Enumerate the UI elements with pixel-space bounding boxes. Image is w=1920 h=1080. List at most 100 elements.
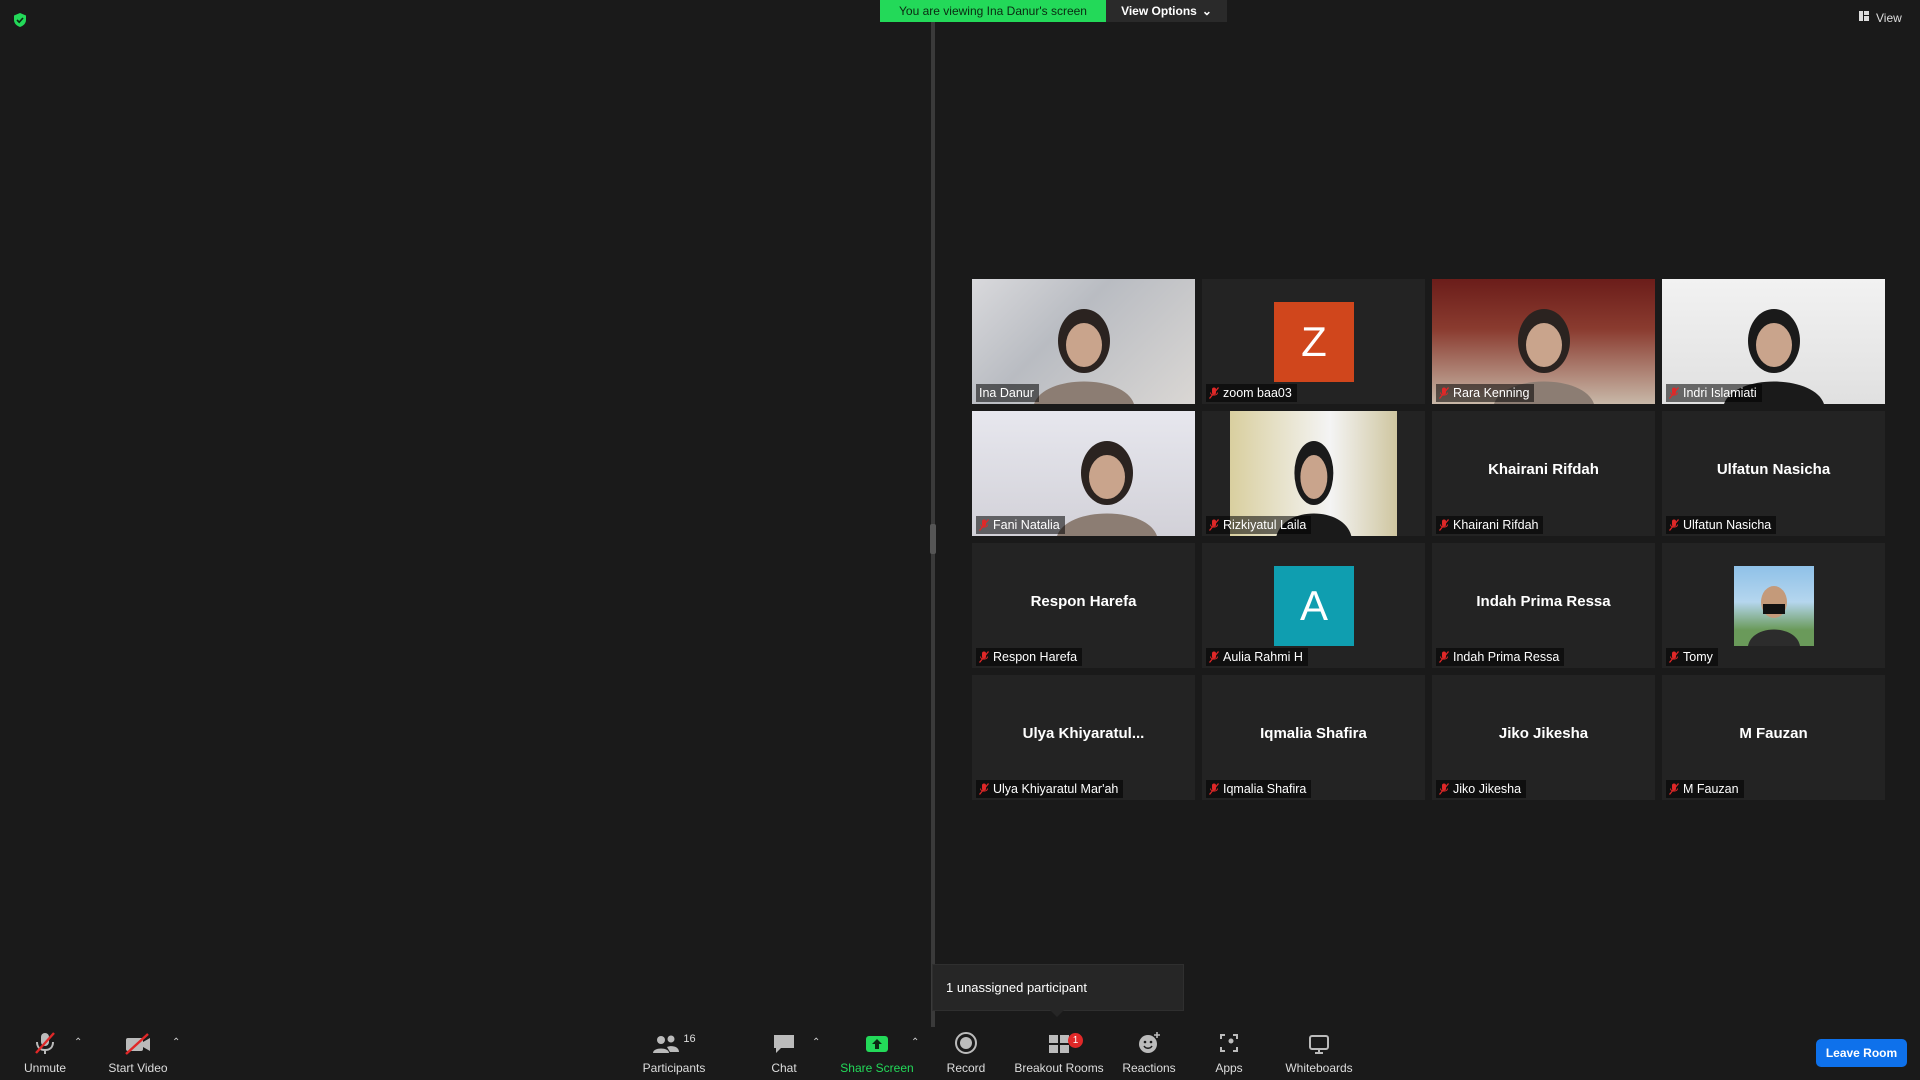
participant-tile[interactable]: M Fauzan M Fauzan	[1662, 675, 1885, 800]
microphone-muted-icon	[1669, 783, 1679, 795]
microphone-muted-icon	[35, 1032, 55, 1054]
participant-name-label: Ulya Khiyaratul Mar'ah	[976, 780, 1124, 798]
share-screen-label: Share Screen	[840, 1061, 914, 1075]
microphone-muted-icon	[1669, 519, 1679, 531]
leave-room-button[interactable]: Leave Room	[1816, 1039, 1907, 1067]
participant-name-label: Fani Natalia	[976, 516, 1065, 534]
whiteboards-button[interactable]: Whiteboards	[1280, 1027, 1358, 1080]
audio-options-caret[interactable]: ⌃	[74, 1037, 82, 1048]
participants-count: 16	[683, 1033, 696, 1045]
view-options-button[interactable]: View Options ⌄	[1106, 0, 1227, 22]
chevron-down-icon: ⌄	[1201, 4, 1212, 18]
breakout-rooms-badge: 1	[1068, 1033, 1083, 1048]
record-button[interactable]: Record	[936, 1027, 996, 1080]
microphone-muted-icon	[1669, 651, 1679, 663]
participant-tile[interactable]: Zzoom baa03	[1202, 279, 1425, 404]
participant-name-label: Respon Harefa	[976, 648, 1083, 666]
participant-name-label: Rara Kenning	[1436, 384, 1535, 402]
unassigned-participant-tooltip: 1 unassigned participant	[932, 964, 1184, 1011]
participant-tile[interactable]: Respon Harefa Respon Harefa	[972, 543, 1195, 668]
participant-display-name: Respon Harefa	[1030, 593, 1137, 610]
security-shield-icon[interactable]	[12, 12, 28, 28]
participant-tile[interactable]: Ulfatun Nasicha Ulfatun Nasicha	[1662, 411, 1885, 536]
microphone-muted-icon	[1209, 783, 1219, 795]
participant-tile[interactable]: A Aulia Rahmi H	[1202, 543, 1425, 668]
breakout-rooms-icon	[1049, 1035, 1069, 1053]
apps-button[interactable]: Apps	[1200, 1027, 1258, 1080]
participant-name-text: Iqmalia Shafira	[1223, 782, 1307, 796]
reactions-label: Reactions	[1122, 1061, 1176, 1075]
chat-options-caret[interactable]: ⌃	[812, 1037, 820, 1048]
participant-tile[interactable]: Jiko Jikesha Jiko Jikesha	[1432, 675, 1655, 800]
participant-name-text: Rizkiyatul Laila	[1223, 518, 1307, 532]
participant-tile[interactable]: Rara Kenning	[1432, 279, 1655, 404]
whiteboard-icon	[1309, 1035, 1329, 1054]
participant-profile-photo	[1734, 566, 1814, 646]
microphone-muted-icon	[1439, 783, 1449, 795]
participant-name-label: Khairani Rifdah	[1436, 516, 1544, 534]
microphone-muted-icon	[979, 519, 989, 531]
participant-name-text: Indri Islamiati	[1683, 386, 1757, 400]
breakout-rooms-button[interactable]: Breakout Rooms	[1012, 1027, 1106, 1080]
reactions-button[interactable]: Reactions	[1118, 1027, 1180, 1080]
start-video-label: Start Video	[108, 1061, 168, 1075]
chat-label: Chat	[771, 1061, 797, 1075]
unmute-label: Unmute	[23, 1061, 67, 1075]
reactions-smiley-icon	[1139, 1032, 1160, 1053]
view-button-label: View	[1876, 10, 1902, 25]
microphone-muted-icon	[1439, 519, 1449, 531]
participant-tile[interactable]: Ina Danur	[972, 279, 1195, 404]
participant-tile[interactable]: Iqmalia Shafira Iqmalia Shafira	[1202, 675, 1425, 800]
participant-display-name: Iqmalia Shafira	[1260, 725, 1367, 742]
whiteboards-label: Whiteboards	[1285, 1061, 1353, 1075]
view-options-label: View Options	[1121, 4, 1197, 18]
participant-display-name: Khairani Rifdah	[1488, 461, 1599, 478]
participant-tile[interactable]: Rizkiyatul Laila	[1202, 411, 1425, 536]
participant-tile[interactable]: Khairani Rifdah Khairani Rifdah	[1432, 411, 1655, 536]
participants-button[interactable]: 16 Participants	[637, 1027, 711, 1080]
share-options-caret[interactable]: ⌃	[911, 1037, 919, 1048]
participant-display-name: Ulya Khiyaratul...	[1022, 725, 1145, 742]
splitter-handle[interactable]	[930, 524, 936, 554]
microphone-muted-icon	[1209, 387, 1219, 399]
tooltip-arrow	[1050, 1010, 1064, 1017]
participant-tile[interactable]: Indah Prima Ressa Indah Prima Ressa	[1432, 543, 1655, 668]
participant-name-text: Ina Danur	[979, 386, 1034, 400]
participant-name-label: Indah Prima Ressa	[1436, 648, 1565, 666]
participant-name-text: Ulfatun Nasicha	[1683, 518, 1772, 532]
participant-avatar: Z	[1274, 302, 1354, 382]
participant-name-text: Jiko Jikesha	[1453, 782, 1522, 796]
participant-tile[interactable]: Tomy	[1662, 543, 1885, 668]
participant-name-text: Respon Harefa	[993, 650, 1078, 664]
participant-display-name: Indah Prima Ressa	[1476, 593, 1611, 610]
apps-label: Apps	[1215, 1061, 1243, 1075]
share-screen-icon	[866, 1036, 888, 1052]
view-button[interactable]: View	[1858, 10, 1902, 25]
chat-button[interactable]: Chat	[752, 1027, 816, 1080]
participant-display-name: M Fauzan	[1739, 725, 1808, 742]
participant-name-text: Ulya Khiyaratul Mar'ah	[993, 782, 1119, 796]
participant-avatar: A	[1274, 566, 1354, 646]
participant-name-text: M Fauzan	[1683, 782, 1739, 796]
share-screen-button[interactable]: Share Screen	[838, 1027, 916, 1080]
participant-display-name: Jiko Jikesha	[1498, 725, 1589, 742]
participant-tile[interactable]: Indri Islamiati	[1662, 279, 1885, 404]
microphone-muted-icon	[1209, 519, 1219, 531]
participant-name-label: Iqmalia Shafira	[1206, 780, 1312, 798]
record-label: Record	[946, 1061, 986, 1075]
video-options-caret[interactable]: ⌃	[172, 1037, 180, 1048]
participant-tile[interactable]: Fani Natalia	[972, 411, 1195, 536]
participant-display-name: Ulfatun Nasicha	[1716, 461, 1831, 478]
microphone-muted-icon	[1209, 651, 1219, 663]
video-camera-off-icon	[125, 1033, 150, 1055]
participant-tile[interactable]: Ulya Khiyaratul... Ulya Khiyaratul Mar'ah	[972, 675, 1195, 800]
participants-icon	[653, 1035, 680, 1053]
start-video-button[interactable]: Start Video	[104, 1027, 172, 1080]
microphone-muted-icon	[1439, 651, 1449, 663]
grid-view-icon	[1858, 10, 1870, 25]
unmute-button[interactable]: Unmute	[12, 1027, 78, 1080]
participant-name-text: Rara Kenning	[1453, 386, 1530, 400]
participant-name-label: Aulia Rahmi H	[1206, 648, 1308, 666]
microphone-muted-icon	[1439, 387, 1449, 399]
microphone-muted-icon	[979, 783, 989, 795]
